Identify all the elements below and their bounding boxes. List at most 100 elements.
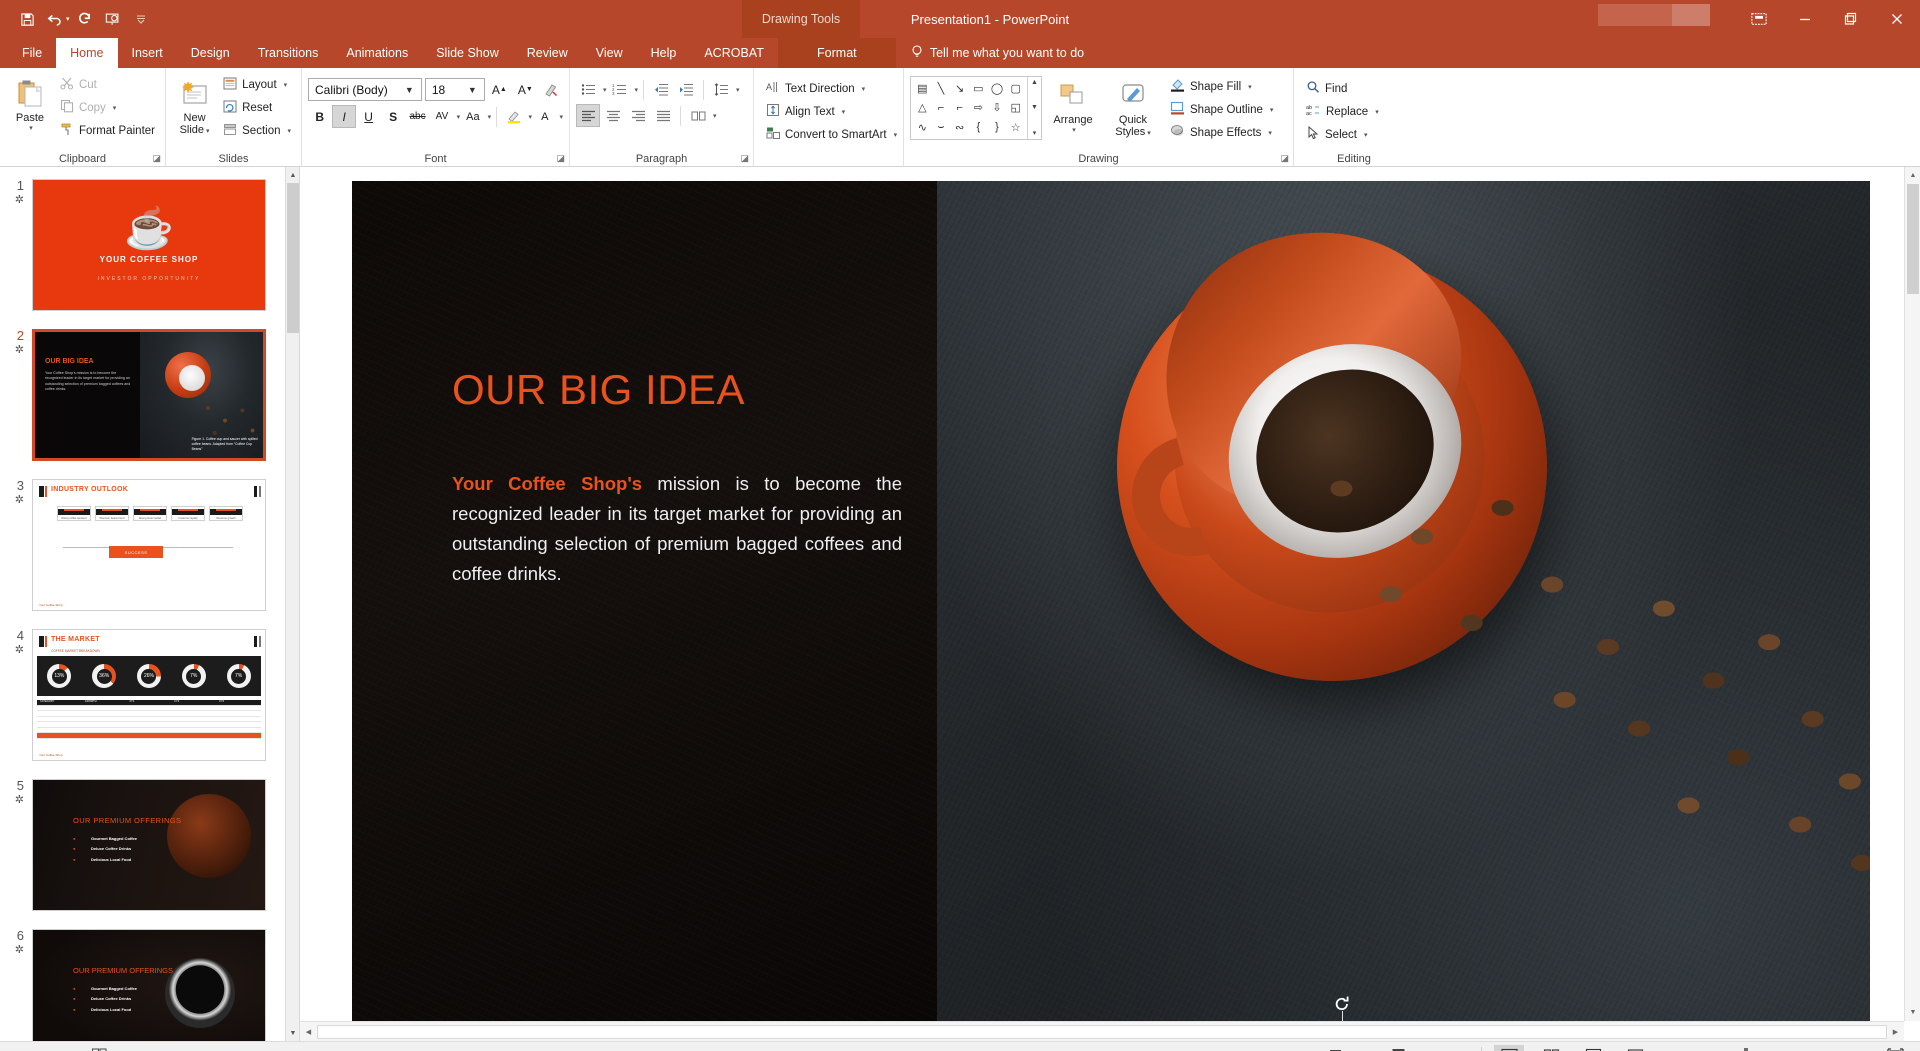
shape-arrow-icon[interactable]: ↘ <box>950 79 969 98</box>
shapes-gallery-scrollbar[interactable]: ▲ ▼ ▾ <box>1027 77 1041 139</box>
shapes-more-icon[interactable]: ▾ <box>1033 129 1037 137</box>
paste-button[interactable]: Paste ▾ <box>6 74 54 132</box>
underline-button[interactable]: U <box>357 105 380 128</box>
redo-icon[interactable] <box>72 6 98 32</box>
shape-elbow-connector-icon[interactable]: ⌐ <box>932 98 951 117</box>
tab-review[interactable]: Review <box>513 38 582 68</box>
cut-button[interactable]: Cut <box>56 74 159 95</box>
scroll-right-icon[interactable]: ▶ <box>1887 1023 1904 1041</box>
fit-slide-to-window-button[interactable] <box>1880 1045 1910 1051</box>
save-icon[interactable] <box>14 6 40 32</box>
shape-effects-dropdown-icon[interactable]: ▾ <box>1268 129 1272 137</box>
shape-triangle-icon[interactable]: △ <box>913 98 932 117</box>
undo-dropdown-icon[interactable]: ▾ <box>66 15 70 23</box>
align-left-button[interactable] <box>576 104 600 127</box>
shape-freeform-icon[interactable]: ∾ <box>950 118 969 137</box>
thumbnail-row[interactable]: 5 ✲ OUR PREMIUM OFFERINGS ● ● ● Gourmet Bag… <box>0 773 285 923</box>
slide-sorter-view-button[interactable] <box>1536 1045 1566 1051</box>
notes-button[interactable]: Notes <box>1328 1047 1379 1051</box>
shape-right-brace-icon[interactable]: } <box>988 118 1007 137</box>
text-direction-button[interactable]: A Text Direction ▾ <box>762 78 897 99</box>
shape-scribble-icon[interactable]: ∿ <box>913 118 932 137</box>
scroll-left-icon[interactable]: ◀ <box>300 1023 317 1041</box>
shape-elbow-arrow-icon[interactable]: ⌐ <box>950 98 969 117</box>
numbering-button[interactable]: 123 <box>608 78 632 101</box>
copy-button[interactable]: Copy ▾ <box>56 97 159 118</box>
tab-animations[interactable]: Animations <box>332 38 422 68</box>
paste-dropdown-icon[interactable]: ▾ <box>29 124 33 132</box>
tab-file[interactable]: File <box>8 38 56 68</box>
shape-right-arrow-icon[interactable]: ⇨ <box>969 98 988 117</box>
shape-fill-dropdown-icon[interactable]: ▾ <box>1248 83 1252 91</box>
thumbnail-row[interactable]: 1 ✲ ☕ YOUR COFFEE SHOP INVESTOR OPPORTUNI… <box>0 173 285 323</box>
comments-button[interactable]: Comments <box>1391 1047 1469 1051</box>
tab-view[interactable]: View <box>582 38 637 68</box>
arrange-button[interactable]: Arrange ▾ <box>1042 76 1104 134</box>
thumbnail-slide-4[interactable]: THE MARKET COFFEE MARKET BREAKDOWN 13% 3… <box>32 629 266 761</box>
close-icon[interactable] <box>1874 0 1920 38</box>
shape-star-icon[interactable]: ☆ <box>1006 118 1025 137</box>
increase-indent-button[interactable] <box>674 78 698 101</box>
slide-show-button[interactable] <box>1620 1045 1650 1051</box>
find-button[interactable]: Find <box>1302 78 1408 99</box>
shapes-gallery[interactable]: ▤ ╲ ↘ ▭ ◯ ▢ △ ⌐ ⌐ ⇨ ⇩ ◱ ∿ ⌣ ∾ { } ☆ ▲ ▼ … <box>910 76 1042 140</box>
replace-dropdown-icon[interactable]: ▾ <box>1375 108 1379 116</box>
start-presentation-icon[interactable] <box>100 6 126 32</box>
decrease-font-size-button[interactable]: A ▼ <box>514 78 537 101</box>
slide-thumbnail-pane[interactable]: 1 ✲ ☕ YOUR COFFEE SHOP INVESTOR OPPORTUNI… <box>0 167 300 1041</box>
zoom-out-button[interactable]: − <box>1662 1048 1674 1051</box>
slide-vertical-scrollbar[interactable]: ▲ ▼ <box>1904 167 1920 1021</box>
slide-body-text[interactable]: Your Coffee Shop's mission is to become … <box>452 469 902 590</box>
replace-button[interactable]: ab ac Replace ▾ <box>1302 101 1408 122</box>
zoom-in-button[interactable]: + <box>1818 1048 1830 1051</box>
shape-outline-dropdown-icon[interactable]: ▾ <box>1270 106 1274 114</box>
scroll-up-icon[interactable]: ▲ <box>1905 167 1920 184</box>
paragraph-dialog-launcher-icon[interactable]: ◪ <box>740 153 749 164</box>
character-spacing-button[interactable]: AV <box>430 105 453 128</box>
shape-left-brace-icon[interactable]: { <box>969 118 988 137</box>
horizontal-scrollbar-thumb[interactable] <box>317 1024 1887 1039</box>
thumbnail-row[interactable]: 3 ✲ INDUSTRY OUTLOOK Rising coffee demand… <box>0 473 285 623</box>
thumbnail-slide-1[interactable]: ☕ YOUR COFFEE SHOP INVESTOR OPPORTUNITY <box>32 179 266 311</box>
select-dropdown-icon[interactable]: ▾ <box>1364 131 1368 139</box>
ribbon-display-options-icon[interactable] <box>1736 0 1782 38</box>
customize-quick-access-toolbar-icon[interactable] <box>128 6 154 32</box>
smartart-dropdown-icon[interactable]: ▾ <box>894 131 898 139</box>
thumbnail-slide-5[interactable]: OUR PREMIUM OFFERINGS ● ● ● Gourmet Bagged… <box>32 779 266 911</box>
drawing-dialog-launcher-icon[interactable]: ◪ <box>1280 153 1289 164</box>
account-avatar[interactable] <box>1672 4 1710 26</box>
tab-acrobat[interactable]: ACROBAT <box>690 38 778 68</box>
reading-view-button[interactable] <box>1578 1045 1608 1051</box>
format-painter-button[interactable]: Format Painter <box>56 120 159 141</box>
thumbnail-row[interactable]: 6 ✲ OUR PREMIUM OFFERINGS ● ● ● Gourmet Bag… <box>0 923 285 1041</box>
tab-home[interactable]: Home <box>56 38 118 68</box>
slide-horizontal-scrollbar[interactable]: ◀ ▶ <box>300 1021 1904 1041</box>
align-text-dropdown-icon[interactable]: ▾ <box>842 108 846 116</box>
copy-dropdown-icon[interactable]: ▾ <box>113 104 117 112</box>
line-spacing-button[interactable] <box>709 78 733 101</box>
accessibility-checker-icon[interactable] <box>91 1047 108 1051</box>
tell-me-search[interactable]: Tell me what you want to do <box>896 38 1084 68</box>
shape-outline-button[interactable]: Shape Outline ▾ <box>1166 99 1277 120</box>
thumbnail-scrollbar[interactable]: ▲ ▼ <box>285 167 299 1041</box>
font-dialog-launcher-icon[interactable]: ◪ <box>556 153 565 164</box>
normal-view-button[interactable] <box>1494 1044 1525 1051</box>
character-spacing-dropdown-icon[interactable]: ▾ <box>457 113 461 121</box>
columns-button[interactable] <box>686 104 710 127</box>
tab-design[interactable]: Design <box>177 38 244 68</box>
shape-rounded-rect-icon[interactable]: ▢ <box>1006 79 1025 98</box>
bullets-dropdown-icon[interactable]: ▾ <box>603 86 607 94</box>
shapes-scroll-up-icon[interactable]: ▲ <box>1031 79 1038 86</box>
change-case-button[interactable]: Aa <box>461 105 484 128</box>
thumbnail-row[interactable]: 2 ✲ OUR BIG IDEA Your Coffee Shop's missi… <box>0 323 285 473</box>
italic-button[interactable]: I <box>332 105 356 128</box>
thumbnail-row[interactable]: 4 ✲ THE MARKET COFFEE MARKET BREAKDOWN 13… <box>0 623 285 773</box>
shape-line-icon[interactable]: ╲ <box>932 79 951 98</box>
restore-icon[interactable] <box>1828 0 1874 38</box>
justify-button[interactable] <box>651 104 675 127</box>
clear-formatting-icon[interactable] <box>540 78 563 101</box>
clipboard-dialog-launcher-icon[interactable]: ◪ <box>152 153 161 164</box>
scroll-down-icon[interactable]: ▼ <box>1905 1004 1920 1021</box>
layout-button[interactable]: Layout ▾ <box>219 74 295 95</box>
reset-button[interactable]: Reset <box>219 97 295 118</box>
